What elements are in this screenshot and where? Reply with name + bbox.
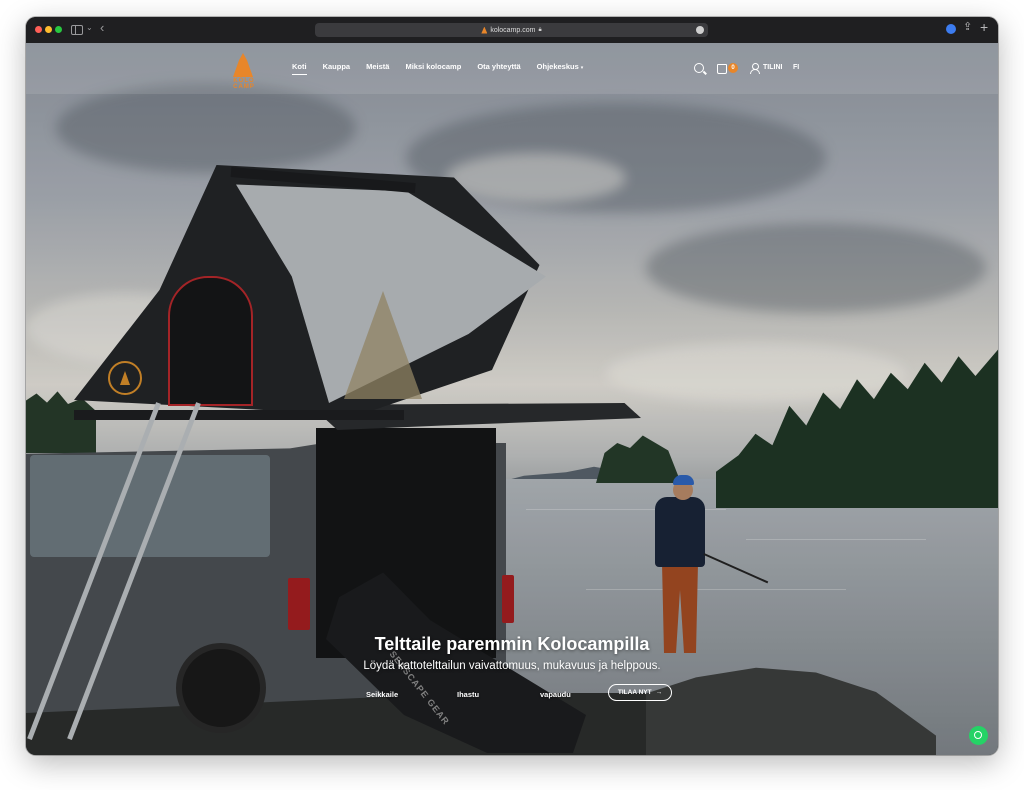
nav-item-koti[interactable]: Koti	[292, 62, 307, 75]
hero-section: SEASCAPE GEAR KOLO CAMP Koti Kauppa Meis…	[26, 43, 998, 755]
brand-text: KOLO CAMP	[233, 78, 255, 90]
zoom-window-button[interactable]	[55, 26, 62, 33]
site-favicon	[481, 26, 488, 34]
reload-icon[interactable]	[696, 26, 704, 34]
share-icon[interactable]: ⇪	[963, 20, 972, 33]
nav-item-meista[interactable]: Meistä	[366, 62, 389, 75]
sidebar-toggle-icon[interactable]	[71, 25, 83, 35]
cart-icon[interactable]	[717, 64, 727, 74]
hero-subtitle: Löydä kattotelttailun vaivattomuus, muka…	[363, 660, 661, 672]
language-switcher[interactable]: FI	[793, 64, 799, 71]
nav-item-ohjekeskus[interactable]: Ohjekeskus ▾	[537, 62, 584, 75]
browser-window: ⌄ ‹ kolocamp.com 🔒︎ ⇪ + SEASCAPE GEAR KO…	[26, 17, 998, 755]
browser-toolbar: ⌄ ‹ kolocamp.com 🔒︎ ⇪ +	[26, 17, 998, 44]
chevron-down-icon: ▾	[580, 65, 584, 71]
back-icon[interactable]: ‹	[100, 20, 104, 35]
order-now-button[interactable]: TILAA NYT →	[608, 684, 672, 701]
new-tab-icon[interactable]: +	[980, 19, 988, 35]
nav-item-kauppa[interactable]: Kauppa	[323, 62, 351, 75]
site-header: KOLO CAMP Koti Kauppa Meistä Miksi koloc…	[26, 43, 998, 94]
lock-icon: 🔒︎	[538, 26, 542, 33]
hero-link-seikkaile[interactable]: Seikkaile	[366, 690, 398, 699]
chevron-down-icon[interactable]: ⌄	[86, 23, 93, 32]
nav-item-miksi-kolocamp[interactable]: Miksi kolocamp	[405, 62, 461, 75]
order-now-label: TILAA NYT	[617, 689, 652, 696]
address-bar[interactable]: kolocamp.com 🔒︎	[315, 23, 708, 37]
hero-title: Telttaile paremmin Kolocampilla	[374, 634, 650, 654]
flame-logo-icon	[233, 53, 253, 77]
nav-item-ota-yhteytta[interactable]: Ota yhteyttä	[477, 62, 520, 75]
brand-logo[interactable]: KOLO CAMP	[223, 53, 265, 90]
close-window-button[interactable]	[35, 26, 42, 33]
hero-link-ihastu[interactable]: Ihastu	[457, 690, 479, 699]
minimize-window-button[interactable]	[45, 26, 52, 33]
cart-count-badge: 0	[728, 63, 738, 73]
account-link[interactable]: TILINI	[763, 64, 782, 71]
nav-item-label: Ohjekeskus	[536, 62, 579, 71]
main-nav: Koti Kauppa Meistä Miksi kolocamp Ota yh…	[292, 62, 599, 75]
whatsapp-icon[interactable]	[969, 726, 988, 745]
hero-link-vapaudu[interactable]: vapaudu	[540, 690, 571, 699]
url-text: kolocamp.com	[490, 26, 536, 34]
search-icon[interactable]	[694, 63, 704, 73]
extension-icon[interactable]	[946, 24, 956, 34]
user-icon[interactable]	[750, 63, 760, 74]
arrow-right-icon: →	[655, 689, 663, 696]
